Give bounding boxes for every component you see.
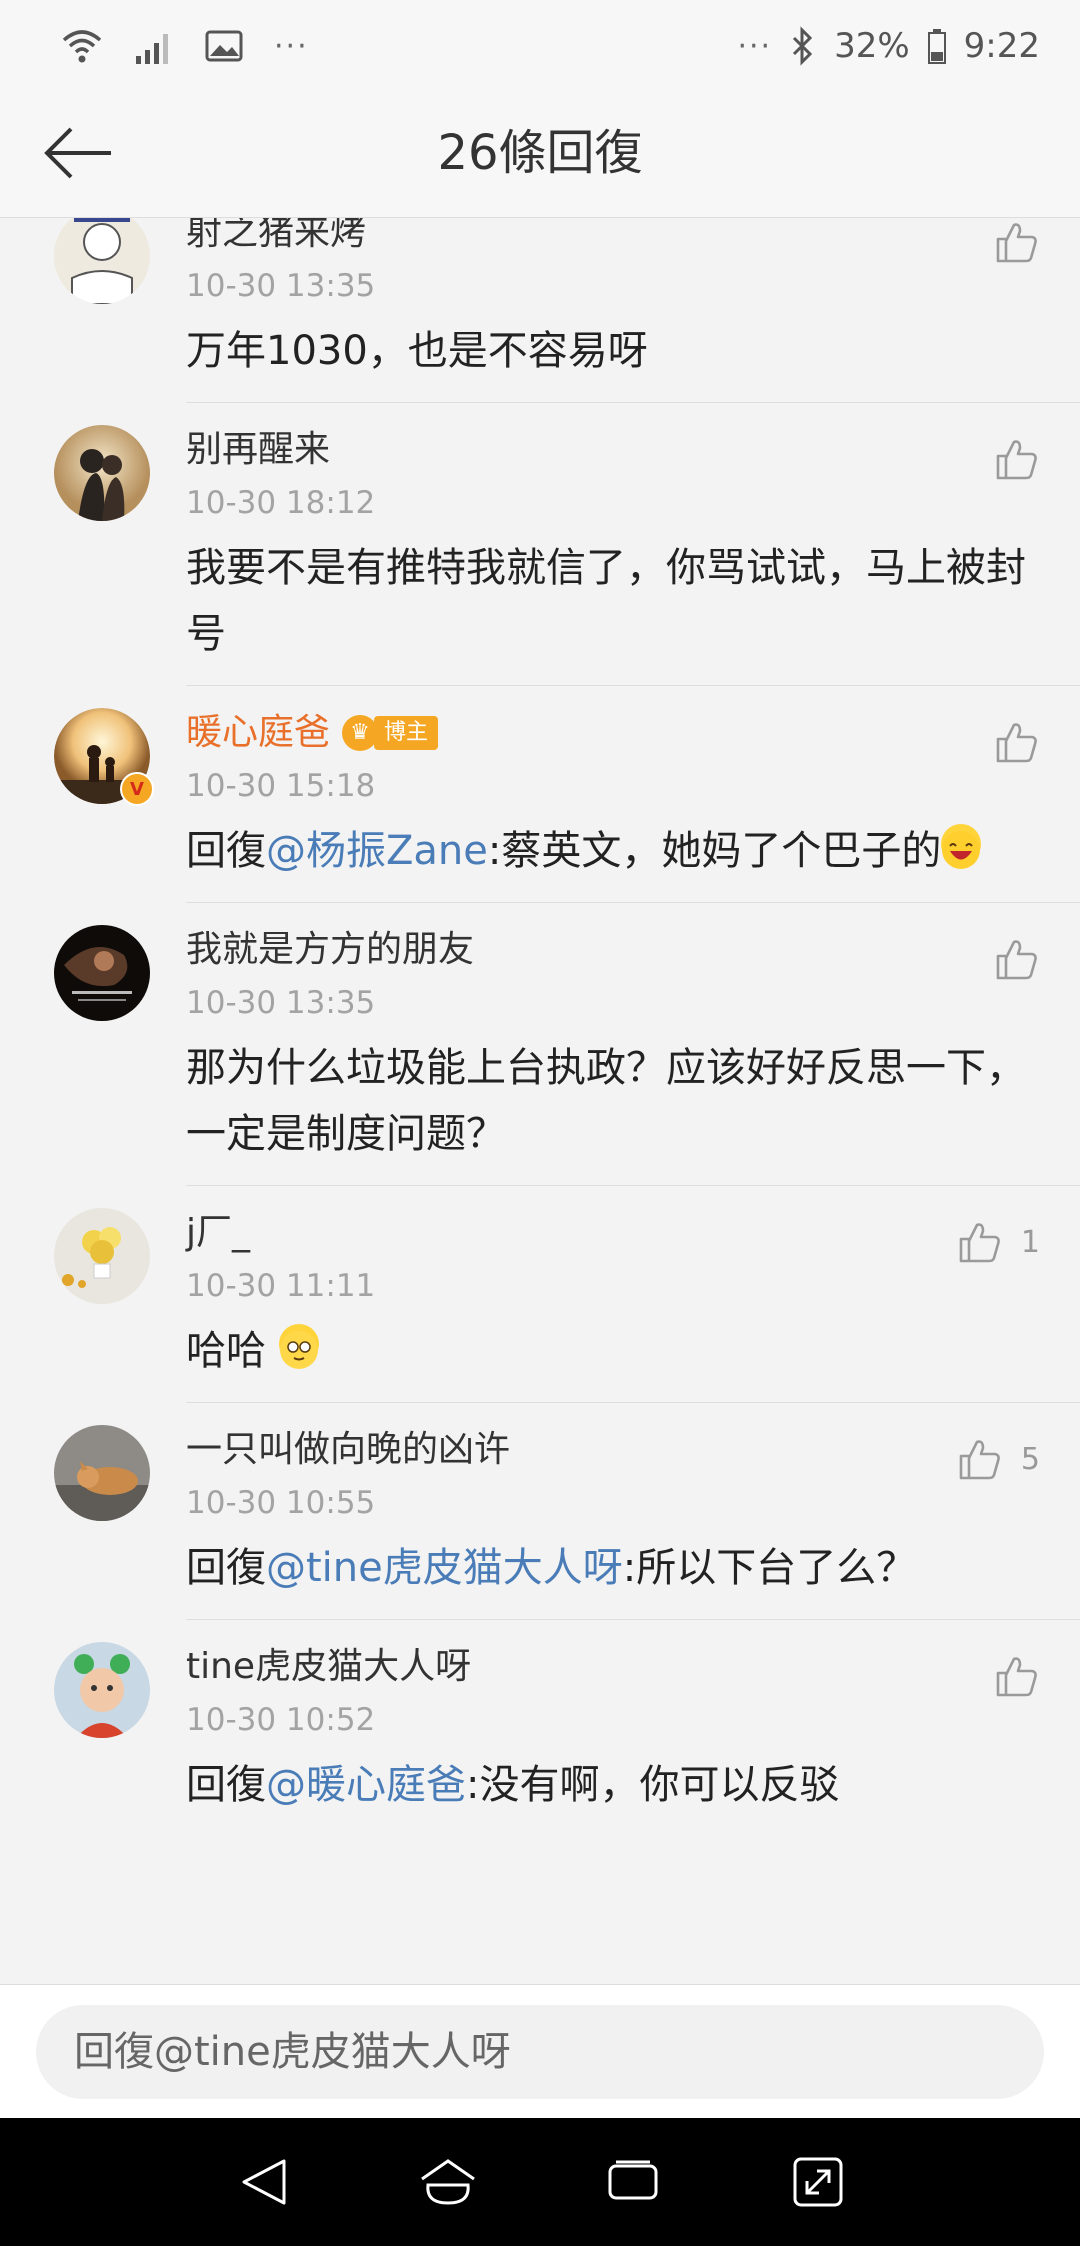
comment-item: 我就是方方的朋友 10-30 13:35 那为什么垃圾能上台执政？应该好好反思一…: [0, 903, 1080, 1185]
battery-percent: 32%: [834, 26, 910, 66]
avatar[interactable]: V: [54, 708, 154, 806]
badge-label: 博主: [374, 716, 439, 750]
system-nav-bar: [0, 2118, 1080, 2246]
signal-icon: [134, 26, 174, 66]
image-icon: [204, 29, 244, 63]
bluetooth-icon: [790, 26, 816, 66]
reply-prefix: 回復: [186, 1545, 266, 1591]
like-button[interactable]: [994, 929, 1040, 989]
thumbs-up-icon: [996, 940, 1037, 980]
nav-home-button[interactable]: [408, 2142, 488, 2222]
comment-time: 10-30 18:12: [186, 485, 376, 521]
battery-icon: [927, 28, 946, 64]
recents-icon: [608, 2160, 657, 2200]
comment-text: :所以下台了么？: [622, 1545, 917, 1591]
avatar[interactable]: [54, 925, 150, 1021]
thumbs-up-icon: [959, 1223, 1000, 1263]
comment-time: 10-30 15:18: [186, 768, 376, 804]
commenter-name[interactable]: 暖心庭爸: [186, 708, 330, 758]
comment-time: 10-30 10:55: [186, 1485, 376, 1521]
commenter-name[interactable]: 一只叫做向晚的凶许: [186, 1425, 1040, 1475]
comment-text-row: 回復@暖心庭爸:没有啊，你可以反驳: [186, 1752, 1040, 1836]
status-more-dots: ···: [737, 28, 773, 64]
nav-recents-button[interactable]: [593, 2142, 673, 2222]
comment-text: :蔡英文，她妈了个巴子的: [487, 828, 942, 874]
reply-prefix: 回復: [186, 1762, 266, 1808]
thumbs-up-icon: [996, 723, 1037, 763]
commenter-name[interactable]: tine虎皮猫大人呀: [186, 1642, 1040, 1692]
crown-icon: ♛: [342, 715, 379, 751]
comment-item: V 暖心庭爸 ♛ 博主 10-30 15:18 回復@杨振Zane:蔡英文，她妈…: [0, 686, 1080, 902]
like-button[interactable]: 1: [957, 1212, 1040, 1272]
comment-time: 10-30 13:35: [186, 268, 376, 304]
verified-icon: V: [120, 772, 154, 806]
comment-text: 我要不是有推特我就信了，你骂试试，马上被封号: [186, 545, 1026, 657]
reply-prefix: 回復: [186, 828, 266, 874]
reply-bar: [0, 1984, 1080, 2119]
comment-text: :没有啊，你可以反驳: [466, 1762, 840, 1808]
comment-item: 1 j厂_ 10-30 11:11 哈哈: [0, 1186, 1080, 1402]
commenter-name[interactable]: 射之猪来烤: [186, 218, 1040, 258]
like-button[interactable]: 5: [957, 1429, 1040, 1489]
nav-expand-button[interactable]: [778, 2142, 858, 2222]
nav-back-button[interactable]: [223, 2142, 303, 2222]
thumbs-up-icon: [996, 440, 1037, 480]
comment-text: 哈哈: [186, 1328, 266, 1374]
nav-bar: 26條回復: [0, 90, 1080, 218]
commenter-name-row: 暖心庭爸 ♛ 博主: [186, 708, 1040, 758]
comment-text-row: 回復@杨振Zane:蔡英文，她妈了个巴子的: [186, 818, 1040, 902]
mention-link[interactable]: @杨振Zane: [266, 828, 488, 874]
comment-text: 那为什么垃圾能上台执政？应该好好反思一下，一定是制度问题？: [186, 1045, 1026, 1157]
comment-text: 万年1030，也是不容易呀: [186, 328, 648, 374]
comment-text-row: 回復@tine虎皮猫大人呀:所以下台了么？: [186, 1535, 1040, 1619]
like-button[interactable]: [994, 712, 1040, 772]
avatar[interactable]: [54, 1425, 150, 1521]
expand-icon: [793, 2157, 842, 2207]
thumbs-up-icon: [959, 1440, 1000, 1480]
triangle-back-icon: [242, 2159, 285, 2205]
avatar[interactable]: [54, 425, 150, 521]
comment-item: 射之猪来烤 10-30 13:35 万年1030，也是不容易呀: [0, 218, 1080, 402]
like-button[interactable]: [994, 429, 1040, 489]
mention-link[interactable]: @暖心庭爸: [266, 1762, 466, 1808]
avatar[interactable]: [54, 218, 150, 304]
clock: 9:22: [963, 26, 1040, 66]
commenter-name[interactable]: 我就是方方的朋友: [186, 925, 1040, 975]
comment-item: 别再醒来 10-30 18:12 我要不是有推特我就信了，你骂试试，马上被封号: [0, 403, 1080, 685]
reply-input[interactable]: [36, 2005, 1044, 2099]
avatar[interactable]: [54, 1208, 150, 1304]
commenter-name[interactable]: 别再醒来: [186, 425, 1040, 475]
comment-time: 10-30 10:52: [186, 1702, 376, 1738]
commenter-name[interactable]: j厂_: [186, 1208, 1040, 1258]
shy-smile-emoji-icon: [278, 1324, 319, 1369]
comment-time: 10-30 11:11: [186, 1268, 376, 1304]
page-title: 26條回復: [437, 125, 643, 181]
comment-time: 10-30 13:35: [186, 985, 376, 1021]
comment-list[interactable]: 射之猪来烤 10-30 13:35 万年1030，也是不容易呀 别再醒来 10-…: [0, 218, 1080, 1984]
status-left: ···: [60, 18, 309, 74]
like-count: 1: [1020, 1224, 1040, 1260]
laugh-emoji-icon: [941, 824, 982, 869]
wifi-icon: [60, 24, 104, 68]
like-count: 5: [1020, 1441, 1040, 1477]
comment-item: tine虎皮猫大人呀 10-30 10:52 回復@暖心庭爸:没有啊，你可以反驳: [0, 1620, 1080, 1836]
comment-text-row: 哈哈: [186, 1318, 1040, 1402]
like-button[interactable]: [994, 1646, 1040, 1706]
status-right: ··· 32% 9:22: [737, 18, 1040, 74]
like-button[interactable]: [994, 218, 1040, 272]
blogger-badge: ♛ 博主: [342, 714, 439, 752]
home-icon: [420, 2159, 475, 2205]
status-overflow-dots: ···: [274, 28, 309, 64]
status-bar: ··· ··· 32% 9:22: [0, 0, 1080, 90]
thumbs-up-icon: [996, 223, 1037, 263]
mention-link[interactable]: @tine虎皮猫大人呀: [266, 1545, 623, 1591]
thumbs-up-icon: [996, 1657, 1037, 1697]
avatar[interactable]: [54, 1642, 150, 1738]
comment-item: 5 一只叫做向晚的凶许 10-30 10:55 回復@tine虎皮猫大人呀:所以…: [0, 1403, 1080, 1619]
